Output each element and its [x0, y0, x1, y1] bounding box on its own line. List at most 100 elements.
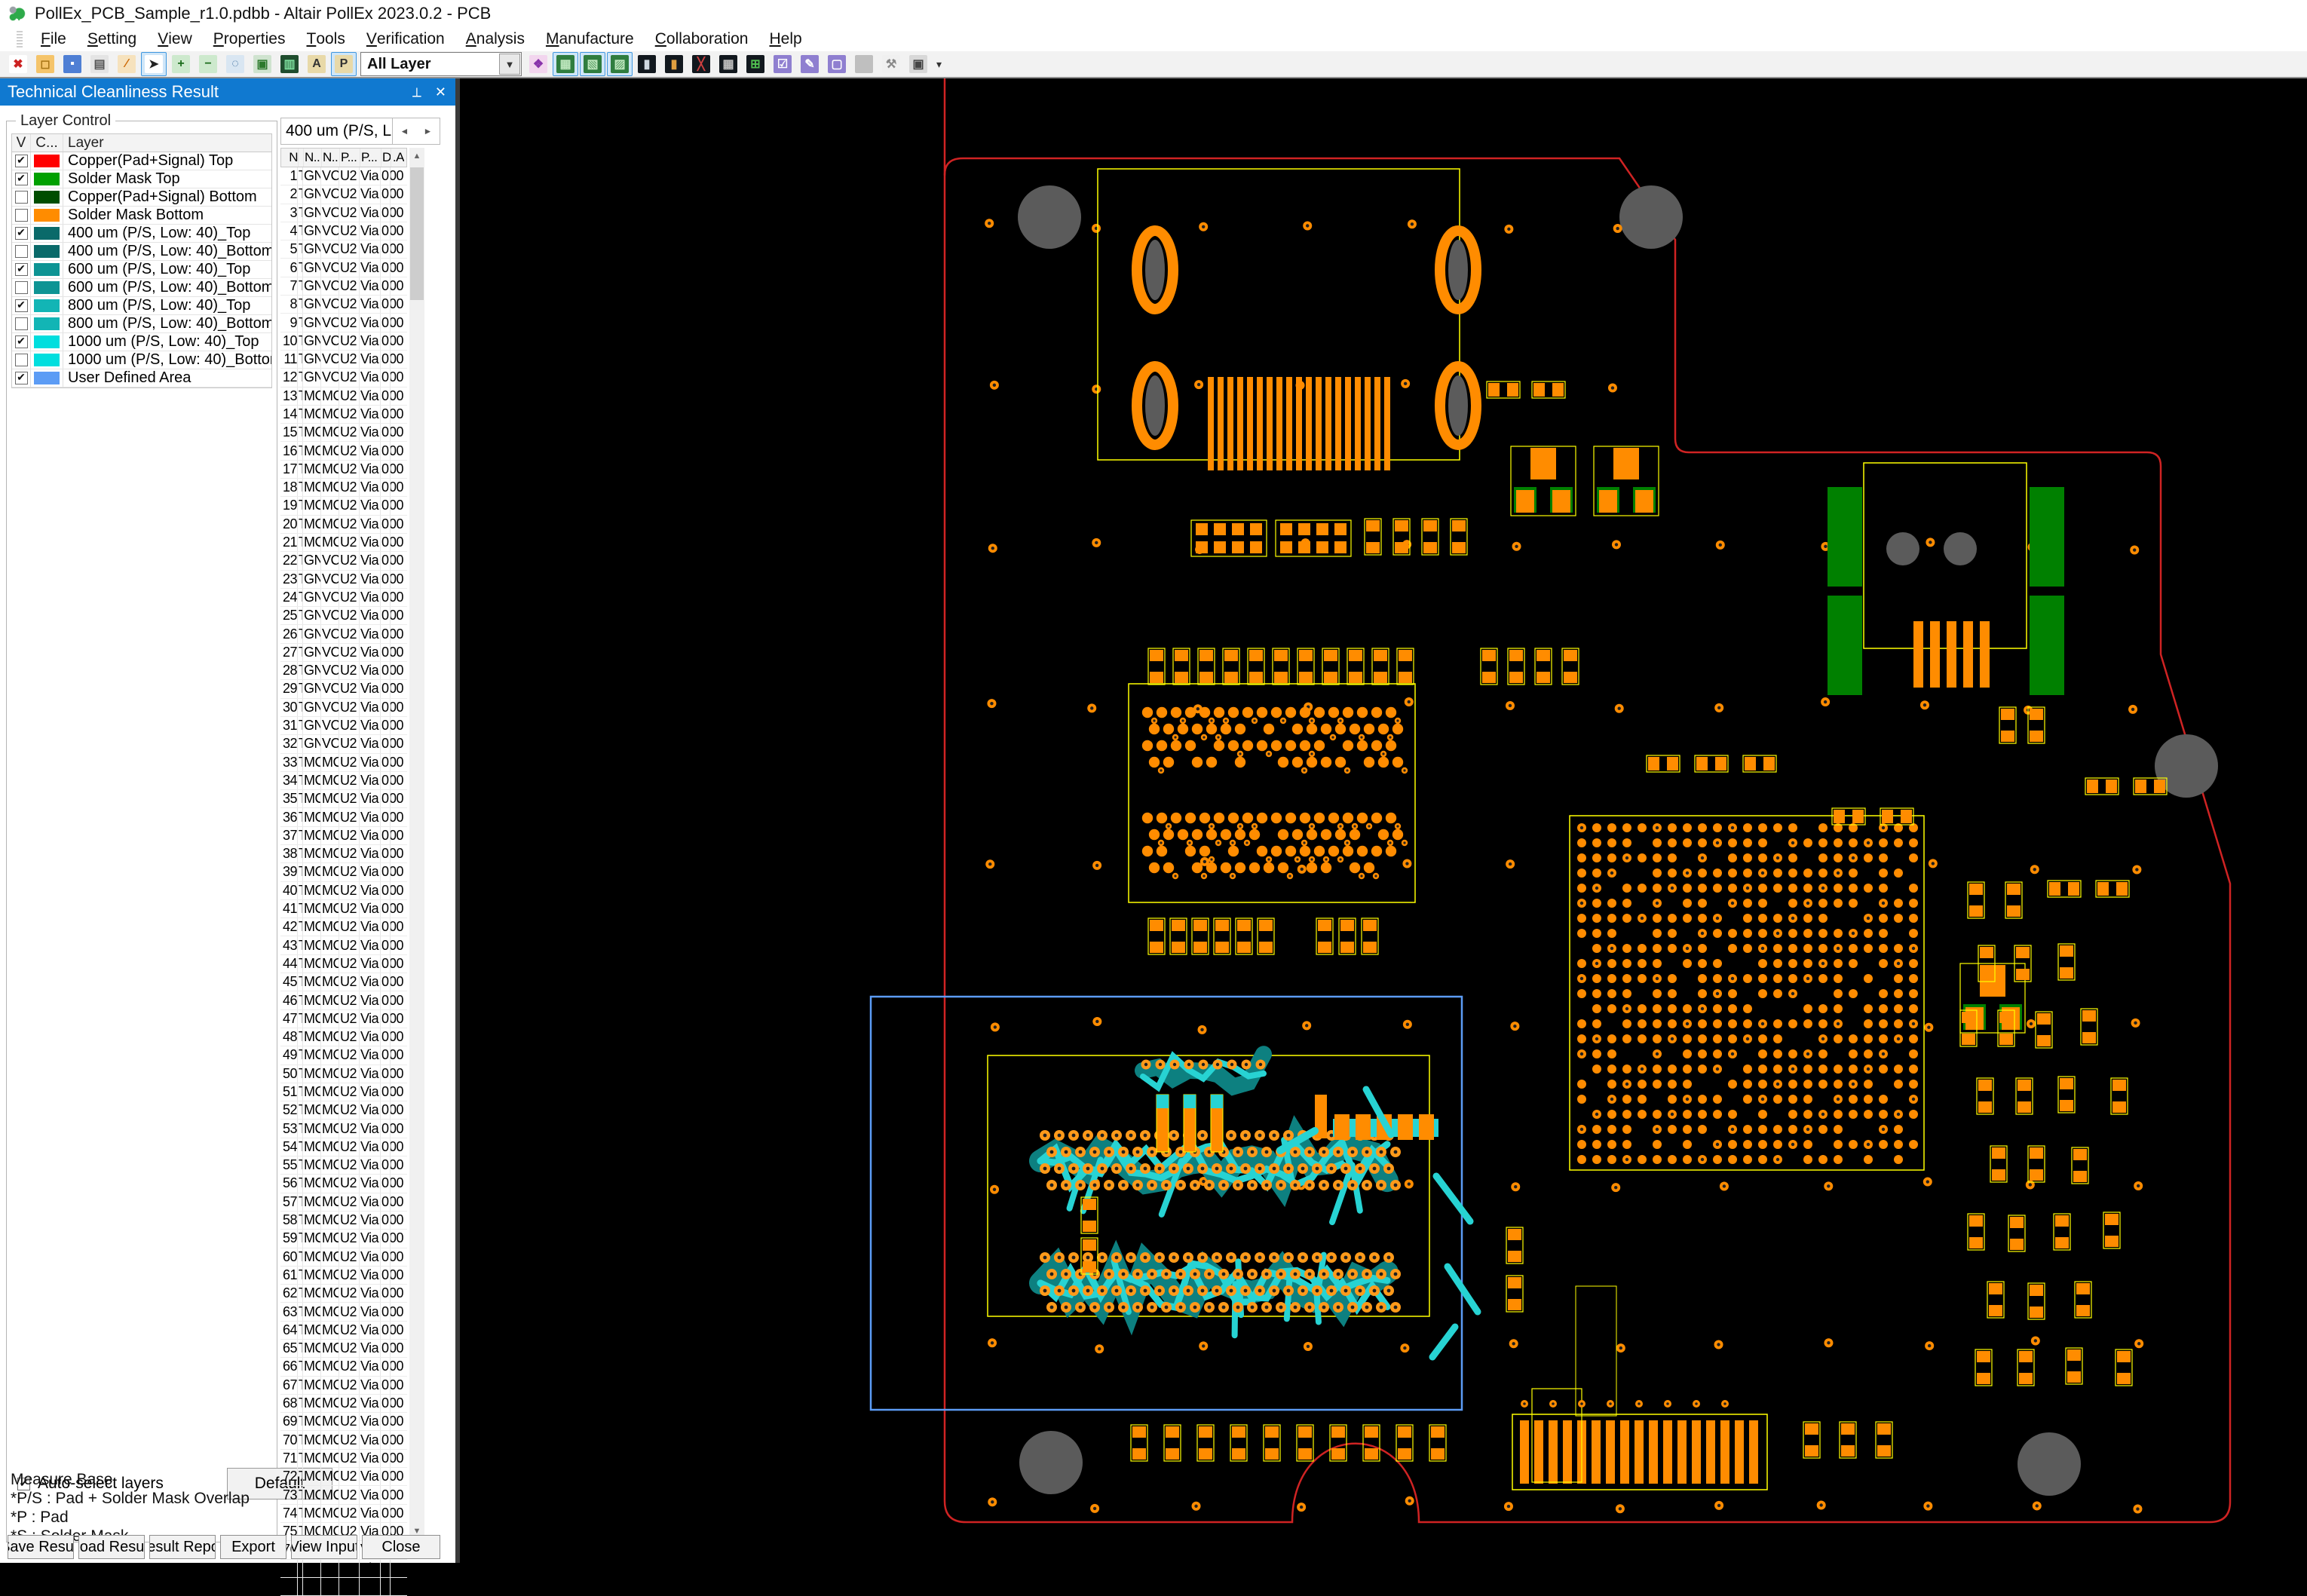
layer-checkbox[interactable]: [15, 209, 28, 222]
export-button[interactable]: Export: [220, 1535, 286, 1559]
layer-visible-cell[interactable]: ✔: [12, 333, 31, 351]
load-result-button[interactable]: Load Result: [78, 1535, 145, 1559]
result-row[interactable]: 36TMCMCU2Via000: [280, 808, 407, 826]
zoom-fit-icon[interactable]: ▣: [250, 52, 275, 76]
layer-checkbox[interactable]: ✔: [15, 173, 28, 185]
result-row[interactable]: 15TMCMCU2Via000: [280, 424, 407, 442]
layer-checkbox[interactable]: ✔: [15, 299, 28, 312]
board-view-icon[interactable]: ▥: [277, 52, 302, 76]
result-row[interactable]: 77TMCMCU2Via000: [280, 1560, 407, 1578]
layer-row[interactable]: ✔600 um (P/S, Low: 40)_Top: [12, 261, 271, 279]
layer-row[interactable]: 400 um (P/S, Low: 40)_Bottom: [12, 243, 271, 261]
result-row[interactable]: 33TMCMCU2Via000: [280, 754, 407, 772]
result-row[interactable]: 25TGNVCU2Via000: [280, 607, 407, 625]
pcb-canvas[interactable]: [464, 78, 2307, 1563]
result-row[interactable]: 24TGNVCU2Via000: [280, 589, 407, 607]
result-row[interactable]: 65TMCMCU2Via000: [280, 1340, 407, 1358]
select-cursor-icon[interactable]: ➤: [141, 52, 167, 76]
layer-visible-cell[interactable]: [12, 243, 31, 260]
result-row[interactable]: 32TGNVCU2Via000: [280, 735, 407, 753]
result-row[interactable]: 16TMCMCU2Via000: [280, 442, 407, 460]
menu-item-collaboration[interactable]: Collaboration: [645, 27, 759, 51]
layer-visible-cell[interactable]: [12, 315, 31, 332]
result-row[interactable]: 13TMCMCU2Via000: [280, 388, 407, 406]
result-row[interactable]: 2TGNVCU2Via000: [280, 185, 407, 204]
layer-checkbox[interactable]: ✔: [15, 263, 28, 276]
layer-visible-cell[interactable]: [12, 188, 31, 206]
layer-checkbox[interactable]: ✔: [15, 372, 28, 384]
menu-item-help[interactable]: Help: [758, 27, 812, 51]
result-row[interactable]: 61TMCMCU2Via000: [280, 1267, 407, 1285]
result-row[interactable]: 30TGNVCU2Via000: [280, 699, 407, 717]
result-row[interactable]: 64TMCMCU2Via000: [280, 1322, 407, 1340]
result-row[interactable]: 23TGNVCU2Via000: [280, 571, 407, 589]
options-tools-icon[interactable]: ⚒: [878, 52, 904, 76]
zoom-in-icon[interactable]: +: [168, 52, 194, 76]
result-row[interactable]: 37TMCMCU2Via000: [280, 827, 407, 845]
layer-visible-cell[interactable]: [12, 351, 31, 369]
close-icon[interactable]: ✕: [435, 84, 446, 100]
result-row[interactable]: 63TMCMCU2Via000: [280, 1303, 407, 1321]
result-row[interactable]: 26TGNVCU2Via000: [280, 625, 407, 643]
layer-row[interactable]: ✔400 um (P/S, Low: 40)_Top: [12, 225, 271, 243]
measure-icon[interactable]: ∕: [114, 52, 139, 76]
result-row[interactable]: 49TMCMCU2Via000: [280, 1046, 407, 1065]
layer-row[interactable]: ✔800 um (P/S, Low: 40)_Top: [12, 297, 271, 315]
layer-checkbox[interactable]: [15, 354, 28, 366]
result-report-button[interactable]: Result Report: [149, 1535, 216, 1559]
result-row[interactable]: 67TMCMCU2Via000: [280, 1377, 407, 1395]
result-row[interactable]: 5TGNVCU2Via000: [280, 240, 407, 259]
menu-item-setting[interactable]: Setting: [77, 27, 147, 51]
result-row[interactable]: 18TMCMCU2Via000: [280, 479, 407, 497]
result-row[interactable]: 69TMCMCU2Via000: [280, 1413, 407, 1431]
grid-view-icon[interactable]: ▦: [715, 52, 741, 76]
layer-row[interactable]: 1000 um (P/S, Low: 40)_Bottom: [12, 351, 271, 369]
result-row[interactable]: 19TMCMCU2Via000: [280, 497, 407, 515]
result-row[interactable]: 68TMCMCU2Via000: [280, 1395, 407, 1413]
result-row[interactable]: 50TMCMCU2Via000: [280, 1065, 407, 1083]
blank-icon[interactable]: [851, 52, 877, 76]
layer-visible-cell[interactable]: ✔: [12, 261, 31, 278]
toolbar-overflow-icon[interactable]: ▾: [936, 58, 942, 71]
result-row[interactable]: 45TMCMCU2Via000: [280, 973, 407, 991]
layer-list-p-icon[interactable]: P: [331, 52, 357, 76]
layer-visible-cell[interactable]: ✔: [12, 369, 31, 387]
print-icon[interactable]: ▤: [87, 52, 112, 76]
result-row[interactable]: 43TMCMCU2Via000: [280, 936, 407, 954]
result-row[interactable]: 3TGNVCU2Via000: [280, 204, 407, 222]
result-row[interactable]: 22TGNVCU2Via000: [280, 552, 407, 570]
board-top-icon[interactable]: ▦: [553, 52, 578, 76]
result-row[interactable]: 60TMCMCU2Via000: [280, 1248, 407, 1267]
result-table-header[interactable]: N N.. N.. P... P... D A.: [280, 148, 407, 167]
result-row[interactable]: 40TMCMCU2Via000: [280, 882, 407, 900]
result-row[interactable]: 21TMCMCU2Via000: [280, 534, 407, 552]
layer-checkbox[interactable]: ✔: [15, 335, 28, 348]
snapshot-icon[interactable]: ▣: [905, 52, 931, 76]
menu-item-file[interactable]: File: [30, 27, 77, 51]
result-row[interactable]: 6TGNVCU2Via000: [280, 259, 407, 277]
menu-item-view[interactable]: View: [147, 27, 203, 51]
menu-item-manufacture[interactable]: Manufacture: [535, 27, 645, 51]
zoom-out-icon[interactable]: −: [195, 52, 221, 76]
layer-checkbox[interactable]: ✔: [15, 155, 28, 167]
component-top-icon[interactable]: ▮: [634, 52, 660, 76]
result-row[interactable]: 38TMCMCU2Via000: [280, 845, 407, 863]
result-row[interactable]: 20TMCMCU2Via000: [280, 516, 407, 534]
result-row[interactable]: 34TMCMCU2Via000: [280, 772, 407, 790]
result-row[interactable]: 28TGNVCU2Via000: [280, 662, 407, 680]
result-row[interactable]: 74TMCMCU2Via000: [280, 1505, 407, 1523]
zoom-area-icon[interactable]: ◌: [222, 52, 248, 76]
color-setup-icon[interactable]: ❖: [525, 52, 551, 76]
result-row[interactable]: 51TMCMCU2Via000: [280, 1083, 407, 1101]
layer-row[interactable]: ✔User Defined Area: [12, 369, 271, 388]
layer-visible-cell[interactable]: ✔: [12, 297, 31, 314]
component-bottom-icon[interactable]: ▮: [661, 52, 687, 76]
save-icon[interactable]: ▪: [60, 52, 85, 76]
result-row[interactable]: 55TMCMCU2Via000: [280, 1156, 407, 1175]
layer-row[interactable]: 800 um (P/S, Low: 40)_Bottom: [12, 315, 271, 333]
result-row[interactable]: 48TMCMCU2Via000: [280, 1028, 407, 1046]
open-folder-icon[interactable]: ◻: [32, 52, 58, 76]
result-row[interactable]: 62TMCMCU2Via000: [280, 1285, 407, 1303]
view-input-button[interactable]: View Input: [291, 1535, 357, 1559]
layer-checkbox[interactable]: [15, 245, 28, 258]
